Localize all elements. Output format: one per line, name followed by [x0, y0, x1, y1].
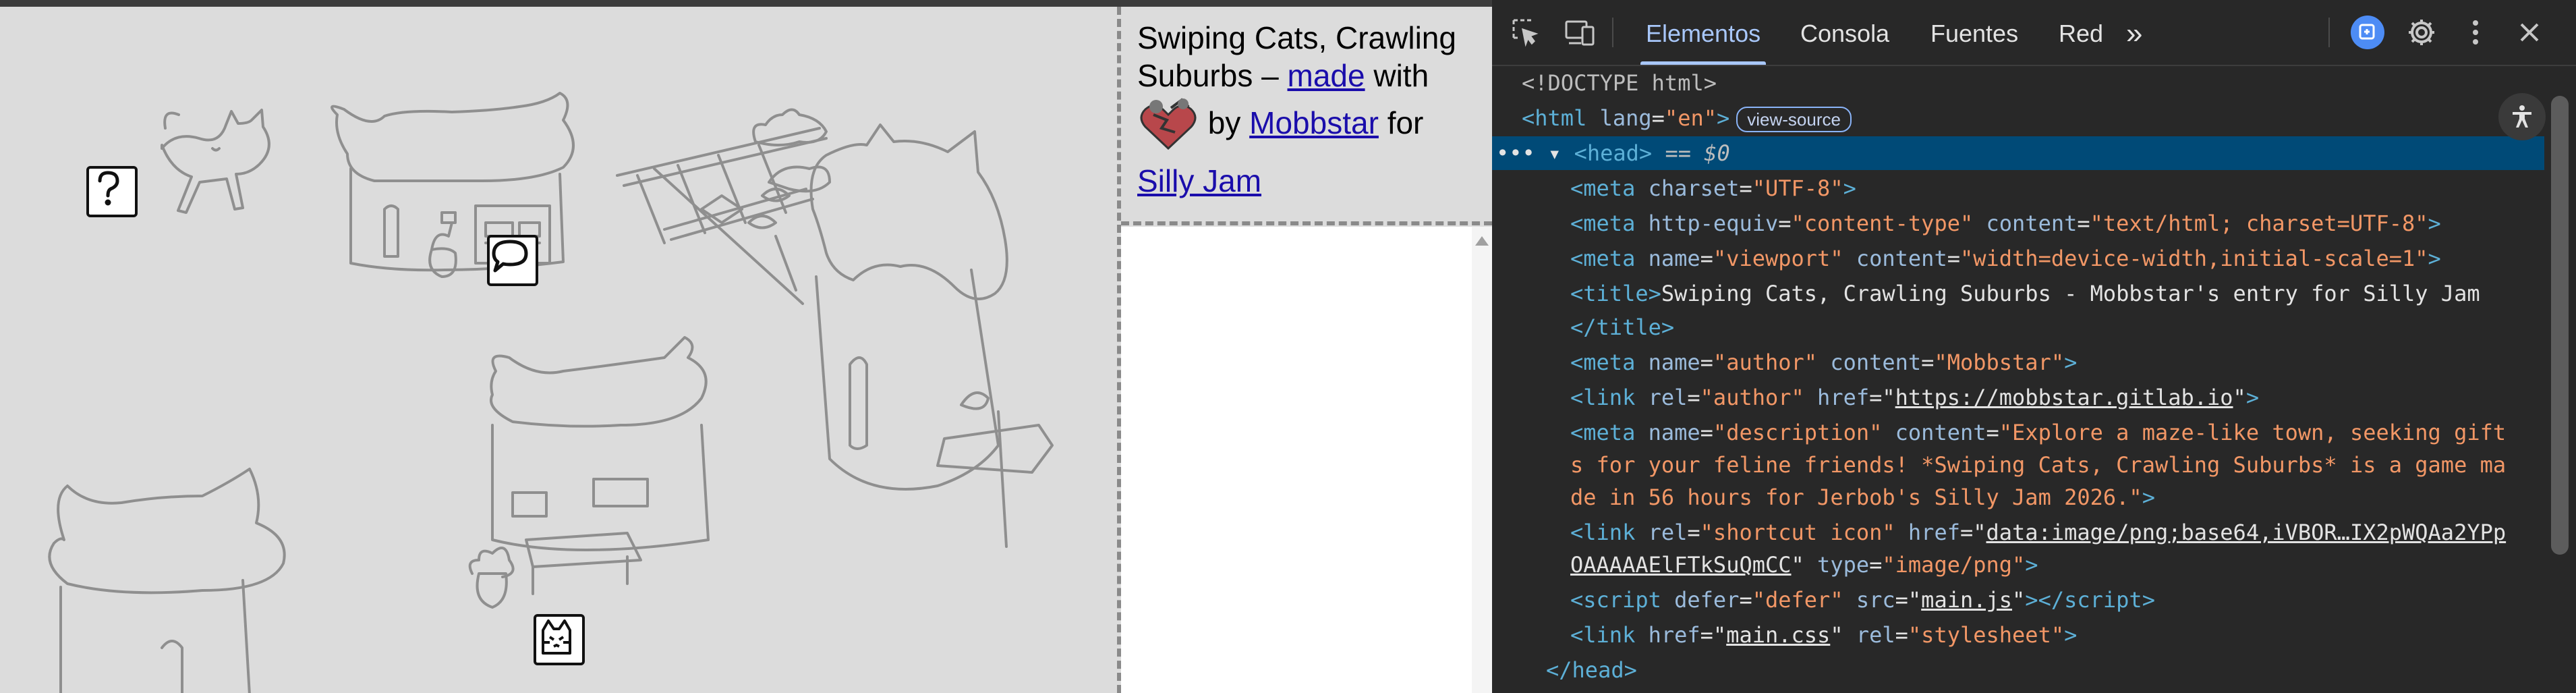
title-dash: –: [1261, 58, 1279, 93]
dom-line-head-close[interactable]: </head>: [1492, 653, 2544, 687]
dom-line-meta-charset[interactable]: <meta charset="UTF-8">: [1492, 171, 2544, 205]
with-text: with: [1373, 58, 1429, 93]
cat-face-icon[interactable]: [534, 614, 585, 665]
author-link[interactable]: Mobbstar: [1249, 105, 1379, 140]
heart-logo-icon: [1137, 94, 1199, 157]
dom-line-link-icon[interactable]: <link rel="shortcut icon" href="data:ima…: [1492, 516, 2544, 549]
tab-elementos[interactable]: Elementos: [1640, 0, 1767, 65]
by-text: by: [1207, 105, 1241, 141]
inventory-panel: [1121, 227, 1472, 693]
dom-line-meta-author[interactable]: <meta name="author" content="Mobbstar">: [1492, 345, 2544, 379]
script-src-link[interactable]: main.js: [1921, 587, 2012, 613]
cat-drawing-1: [161, 109, 270, 214]
scroll-up-arrow-icon[interactable]: [1475, 236, 1489, 246]
view-source-badge[interactable]: view-source: [1736, 107, 1852, 132]
for-text: for: [1387, 105, 1424, 141]
dom-line-meta-description[interactable]: <meta name="description" content="Explor…: [1492, 416, 2544, 449]
dom-line-meta-viewport[interactable]: <meta name="viewport" content="width=dev…: [1492, 242, 2544, 275]
game-canvas[interactable]: [0, 7, 1117, 693]
dom-line-doctype[interactable]: <!DOCTYPE html>: [1492, 66, 2544, 100]
jam-link[interactable]: Silly Jam: [1137, 163, 1261, 198]
devtools-scroll-thumb[interactable]: [2551, 96, 2569, 555]
toolbar-separator-2: [2328, 18, 2330, 47]
dom-line-title-close[interactable]: </title>: [1492, 310, 2544, 344]
dom-line-link-css[interactable]: <link href="main.css" rel="stylesheet">: [1492, 618, 2544, 652]
dom-line-meta-http[interactable]: <meta http-equiv="content-type" content=…: [1492, 206, 2544, 240]
icon-href-link[interactable]: data:image/png;base64,iVBOR…IX2pWQAa2YPp: [1986, 520, 2507, 545]
browser-top-strip: [0, 0, 1492, 7]
dom-line-title[interactable]: <title>Swiping Cats, Crawling Suburbs - …: [1492, 277, 2544, 310]
game-credits: Swiping Cats, Crawling Suburbs – made wi…: [1137, 19, 1481, 205]
settings-icon[interactable]: [2403, 13, 2440, 51]
tab-red[interactable]: Red: [2059, 0, 2103, 65]
house-drawing-3: [468, 336, 710, 609]
devtools-toolbar: Elementos Consola Fuentes Red »: [1492, 0, 2576, 66]
dom-line-link-author[interactable]: <link rel="author" href="https://mobbsta…: [1492, 381, 2544, 414]
close-icon[interactable]: [2511, 13, 2548, 51]
device-icon[interactable]: [1561, 13, 1599, 51]
inspect-icon[interactable]: [1507, 13, 1545, 51]
speech-bubble-icon[interactable]: [487, 235, 538, 286]
dom-line-html[interactable]: <html lang="en"> view-source: [1492, 101, 2544, 135]
section-divider: [1121, 221, 1492, 225]
dom-line-head[interactable]: ••• ▾ <head> == $0: [1492, 136, 2544, 170]
panel-scrollbar[interactable]: [1472, 227, 1492, 693]
more-icon[interactable]: [2457, 13, 2494, 51]
devtools-scrollbar[interactable]: [2544, 66, 2576, 693]
question-icon[interactable]: [86, 166, 138, 217]
toolbar-separator: [1612, 18, 1613, 47]
dom-line-meta-description-3[interactable]: de in 56 hours for Jerbob's Silly Jam 20…: [1492, 480, 2544, 514]
fence-drawing: [616, 127, 828, 305]
dom-line-script[interactable]: <script defer="defer" src="main.js"></sc…: [1492, 583, 2544, 617]
tab-consola[interactable]: Consola: [1800, 0, 1889, 65]
tab-fuentes[interactable]: Fuentes: [1930, 0, 2018, 65]
devtools-panel: Elementos Consola Fuentes Red » <!DOCTYP…: [1492, 0, 2576, 693]
town-drawing: [48, 92, 1054, 693]
cat-drawing-2: [752, 108, 831, 193]
author-href-link[interactable]: https://mobbstar.gitlab.io: [1895, 385, 2233, 410]
issues-icon[interactable]: [2349, 13, 2386, 51]
dom-line-link-icon-2[interactable]: OAAAAAElFTkSuQmCC" type="image/png">: [1492, 548, 2544, 582]
accessibility-icon[interactable]: [2498, 93, 2546, 140]
css-href-link[interactable]: main.css: [1726, 622, 1830, 648]
made-link[interactable]: made: [1288, 58, 1365, 93]
house-drawing-4: [48, 468, 286, 693]
dom-line-meta-description-2[interactable]: s for your feline friends! *Swiping Cats…: [1492, 448, 2544, 482]
more-tabs-button[interactable]: »: [2126, 0, 2142, 65]
info-panel: Swiping Cats, Crawling Suburbs – made wi…: [1121, 7, 1492, 693]
